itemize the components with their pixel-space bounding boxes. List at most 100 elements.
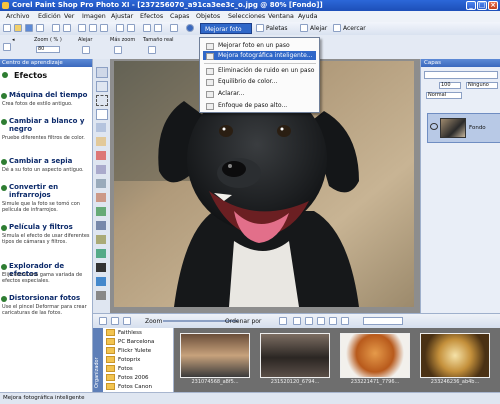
text-tool-icon[interactable]: [96, 263, 106, 272]
crop-icon[interactable]: [127, 24, 135, 32]
folder-item[interactable]: Flickr Yulete: [106, 347, 172, 355]
shape-tool-icon[interactable]: [96, 277, 106, 286]
pen-tool-icon[interactable]: [96, 291, 106, 300]
folder-item[interactable]: Fotos Canon: [106, 383, 172, 391]
histogram-icon[interactable]: [170, 24, 178, 32]
paste-icon[interactable]: [100, 24, 108, 32]
move-tool-icon[interactable]: [96, 109, 108, 120]
blend-mode-icon-select[interactable]: Ninguno: [466, 82, 498, 89]
resize-icon[interactable]: [116, 24, 124, 32]
folder-browse-icon[interactable]: [111, 317, 119, 325]
pan-tool-icon[interactable]: [96, 67, 108, 78]
menu-ajustar[interactable]: Ajustar: [111, 13, 133, 20]
topic-sepia[interactable]: Cambiar a sepia Dé a su foto un aspecto …: [0, 157, 92, 185]
menu-edicion[interactable]: Edición: [38, 13, 61, 20]
red-eye-tool-icon[interactable]: [96, 151, 106, 160]
folder-item[interactable]: Fotoprix: [106, 356, 172, 364]
email-icon[interactable]: [329, 317, 337, 325]
cut-icon[interactable]: [78, 24, 86, 32]
maximize-button[interactable]: □: [477, 1, 487, 10]
thumbnail[interactable]: [260, 333, 330, 378]
actual-size-option-icon[interactable]: [148, 46, 156, 54]
print-icon[interactable]: [36, 24, 44, 32]
folder-item[interactable]: PC Barcelona: [106, 338, 172, 346]
menu-ayuda[interactable]: Ayuda: [298, 13, 317, 20]
rotate-icon[interactable]: [143, 24, 151, 32]
menu-ventana[interactable]: Ventana: [268, 13, 294, 20]
menu-objetos[interactable]: Objetos: [196, 13, 220, 20]
save-icon[interactable]: [25, 24, 33, 32]
close-button[interactable]: ×: [488, 1, 498, 10]
straighten-tool-icon[interactable]: [96, 137, 106, 146]
undo-icon[interactable]: [52, 24, 60, 32]
topic-effects-browser[interactable]: Explorador de efectos Elija entre una ga…: [0, 262, 92, 296]
paint-brush-icon[interactable]: [96, 207, 106, 216]
topic-film-filters[interactable]: Película y filtros Simula el efecto de u…: [0, 223, 92, 263]
palettes-label[interactable]: Paletas: [266, 25, 288, 32]
menu-item-color-balance[interactable]: Equilibrio de color...: [203, 77, 316, 86]
menu-capas[interactable]: Capas: [170, 13, 189, 20]
fill-tool-icon[interactable]: [96, 249, 106, 258]
zoom-in-icon[interactable]: [333, 24, 341, 32]
add-folder-icon[interactable]: [123, 317, 131, 325]
organizer-side-tab[interactable]: Organizador: [93, 328, 103, 393]
folder-item[interactable]: Faithless: [106, 329, 172, 337]
thumbnail[interactable]: [180, 333, 250, 378]
visibility-eye-icon[interactable]: [430, 123, 438, 130]
delete-icon[interactable]: [341, 317, 349, 325]
open-folder-icon[interactable]: [14, 24, 22, 32]
menu-item-smart-photo-fix[interactable]: Mejora fotográfica inteligente...: [203, 51, 316, 60]
zoom-tool-icon[interactable]: [96, 81, 108, 92]
preset-icon[interactable]: [3, 43, 11, 51]
dodge-tool-icon[interactable]: [96, 235, 106, 244]
rotate-right-icon[interactable]: [305, 317, 313, 325]
enhance-photo-button[interactable]: Mejorar foto: [200, 23, 252, 34]
makeover-tool-icon[interactable]: [96, 165, 106, 174]
organizer-settings-icon[interactable]: [99, 317, 107, 325]
rotate-left-icon[interactable]: [293, 317, 301, 325]
layer-row-background[interactable]: Fondo: [427, 113, 500, 143]
back-arrow-icon[interactable]: [2, 72, 8, 78]
palettes-icon[interactable]: [256, 24, 264, 32]
menu-imagen[interactable]: Imagen: [82, 13, 106, 20]
zoom-out-label[interactable]: Alejar: [310, 25, 327, 32]
clone-tool-icon[interactable]: [96, 179, 106, 188]
help-icon[interactable]: [186, 24, 194, 32]
topic-time-machine[interactable]: Máquina del tiempo Crea fotos de estilo …: [0, 91, 92, 119]
search-field[interactable]: [363, 317, 403, 325]
scratch-remover-icon[interactable]: [96, 193, 106, 202]
menu-item-one-step-fix[interactable]: Mejorar foto en un paso: [203, 41, 316, 50]
minimize-button[interactable]: _: [466, 1, 476, 10]
copy-icon[interactable]: [89, 24, 97, 32]
thumbnail[interactable]: [340, 333, 410, 378]
opacity-input[interactable]: 100: [439, 82, 461, 89]
flip-icon[interactable]: [154, 24, 162, 32]
topic-distort[interactable]: Distorsionar fotos Use el pincel Deforma…: [0, 294, 92, 334]
folder-item[interactable]: Fotos 2006: [106, 374, 172, 382]
folder-item[interactable]: Fotos: [106, 365, 172, 373]
menu-archivo[interactable]: Archivo: [6, 13, 30, 20]
fit-option-icon[interactable]: [114, 46, 122, 54]
menu-efectos[interactable]: Efectos: [140, 13, 163, 20]
zoom-out-icon[interactable]: [300, 24, 308, 32]
topic-black-white[interactable]: Cambiar a blanco y negro Pruebe diferent…: [0, 117, 92, 157]
thumbnail[interactable]: [420, 333, 490, 378]
zoom-out-option-icon[interactable]: [82, 46, 90, 54]
sort-by-label[interactable]: Ordenar por: [225, 318, 261, 325]
zoom-percent-input[interactable]: 80: [36, 46, 60, 53]
eraser-tool-icon[interactable]: [96, 221, 106, 230]
layer-mode-select[interactable]: Normal: [426, 92, 462, 99]
print-organizer-icon[interactable]: [317, 317, 325, 325]
selection-tool-icon[interactable]: [96, 95, 108, 106]
filter-icon[interactable]: [279, 317, 287, 325]
menu-selecciones[interactable]: Selecciones: [228, 13, 265, 20]
crop-tool-icon[interactable]: [96, 123, 106, 132]
zoom-in-label[interactable]: Acercar: [343, 25, 366, 32]
new-file-icon[interactable]: [3, 24, 11, 32]
menu-ver[interactable]: Ver: [64, 13, 74, 20]
menu-item-high-pass-sharpen[interactable]: Enfoque de paso alto...: [203, 101, 316, 110]
menu-item-noise-removal[interactable]: Eliminación de ruido en un paso: [203, 66, 316, 75]
topic-infrared[interactable]: Convertir en infrarrojos Simule que la f…: [0, 183, 92, 223]
menu-item-brighten[interactable]: Aclarar...: [203, 89, 316, 98]
redo-icon[interactable]: [63, 24, 71, 32]
